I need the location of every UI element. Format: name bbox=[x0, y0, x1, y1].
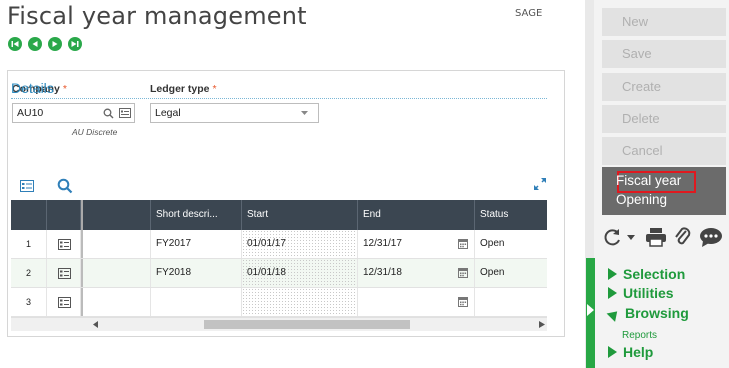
start-date-cell[interactable]: 01/01/17 bbox=[242, 230, 358, 258]
refresh-icon[interactable] bbox=[603, 227, 623, 247]
new-button[interactable]: New bbox=[602, 8, 726, 36]
short-description-cell[interactable]: FY2018 bbox=[151, 259, 242, 287]
expand-arrow-icon bbox=[608, 287, 617, 299]
start-date-cell[interactable] bbox=[242, 288, 358, 316]
header-end[interactable]: End bbox=[358, 200, 475, 230]
start-date-cell[interactable]: 01/01/18 bbox=[242, 259, 358, 287]
expand-arrow-icon bbox=[608, 268, 617, 280]
previous-record-icon[interactable] bbox=[28, 37, 42, 51]
menu-reports[interactable]: Reports bbox=[622, 330, 657, 341]
section-divider bbox=[11, 98, 547, 99]
menu-browsing[interactable]: Browsing bbox=[606, 305, 689, 322]
blank-cell bbox=[81, 259, 151, 287]
next-record-icon[interactable] bbox=[48, 37, 62, 51]
expand-icon[interactable] bbox=[533, 177, 547, 191]
chevron-down-icon bbox=[301, 111, 308, 115]
short-description-cell[interactable]: FY2017 bbox=[151, 230, 242, 258]
save-button[interactable]: Save bbox=[602, 40, 726, 68]
first-record-icon[interactable] bbox=[8, 37, 22, 51]
ledger-type-label: Ledger type * bbox=[150, 83, 217, 95]
fiscal-year-label-line1: Fiscal year bbox=[616, 173, 682, 188]
details-grid: Short descri... Start End Status 1 FY201… bbox=[11, 200, 547, 317]
rail-accent[interactable] bbox=[586, 258, 595, 368]
row-number: 1 bbox=[11, 230, 47, 258]
calendar-icon[interactable] bbox=[458, 238, 468, 249]
grid-header: Short descri... Start End Status bbox=[11, 200, 547, 230]
calendar-icon[interactable] bbox=[458, 296, 468, 307]
ledger-type-select[interactable]: Legal bbox=[150, 103, 319, 123]
menu-help[interactable]: Help bbox=[608, 344, 653, 360]
company-description: AU Discrete bbox=[72, 127, 118, 137]
calendar-icon[interactable] bbox=[458, 267, 468, 278]
create-button[interactable]: Create bbox=[602, 73, 726, 101]
page-title: Fiscal year management bbox=[7, 2, 307, 30]
section-title-details: Details bbox=[11, 80, 54, 96]
horizontal-scrollbar[interactable] bbox=[11, 317, 547, 331]
short-description-cell[interactable] bbox=[151, 288, 242, 316]
scrollbar-thumb[interactable] bbox=[204, 320, 410, 329]
collapse-arrow-icon[interactable] bbox=[587, 304, 594, 316]
end-date-cell[interactable] bbox=[358, 288, 475, 316]
attachment-icon[interactable] bbox=[674, 226, 692, 248]
table-row[interactable]: 2 FY2018 01/01/18 12/31/18 Open bbox=[11, 259, 547, 288]
status-cell[interactable] bbox=[475, 288, 547, 316]
header-short-description[interactable]: Short descri... bbox=[151, 200, 242, 230]
row-detail-icon[interactable] bbox=[58, 239, 71, 250]
header-icon-column bbox=[47, 200, 81, 230]
scroll-left-icon[interactable] bbox=[93, 321, 99, 328]
header-status[interactable]: Status bbox=[475, 200, 547, 230]
row-detail-cell[interactable] bbox=[47, 288, 81, 316]
grid-search-icon[interactable] bbox=[57, 178, 73, 194]
details-card-icon[interactable] bbox=[119, 108, 131, 118]
end-date-value: 12/31/17 bbox=[363, 238, 402, 249]
last-record-icon[interactable] bbox=[68, 37, 82, 51]
end-date-cell[interactable]: 12/31/18 bbox=[358, 259, 475, 287]
grid-view-icon[interactable] bbox=[20, 180, 34, 192]
search-icon[interactable] bbox=[103, 108, 114, 119]
blank-cell bbox=[81, 230, 151, 258]
expand-arrow-icon bbox=[608, 346, 617, 358]
row-number: 2 bbox=[11, 259, 47, 287]
row-detail-icon[interactable] bbox=[58, 268, 71, 279]
comment-icon[interactable] bbox=[699, 227, 723, 247]
blank-cell bbox=[81, 288, 151, 316]
header-start[interactable]: Start bbox=[242, 200, 358, 230]
status-cell[interactable]: Open bbox=[475, 259, 547, 287]
row-detail-icon[interactable] bbox=[58, 297, 71, 308]
record-navigation bbox=[8, 37, 82, 51]
end-date-value: 12/31/18 bbox=[363, 267, 402, 278]
row-detail-cell[interactable] bbox=[47, 230, 81, 258]
end-date-cell[interactable]: 12/31/17 bbox=[358, 230, 475, 258]
folder-name: SAGE bbox=[515, 8, 543, 19]
header-blank-column bbox=[81, 200, 151, 230]
status-cell[interactable]: Open bbox=[475, 230, 547, 258]
header-row-number bbox=[11, 200, 47, 230]
fiscal-year-opening-label: Fiscal year Opening bbox=[616, 171, 681, 209]
cancel-button[interactable]: Cancel bbox=[602, 137, 726, 165]
print-icon[interactable] bbox=[645, 227, 667, 247]
scroll-right-icon[interactable] bbox=[539, 321, 545, 328]
table-row[interactable]: 3 bbox=[11, 288, 547, 317]
collapse-arrow-icon bbox=[606, 307, 622, 322]
chevron-down-icon[interactable] bbox=[627, 235, 635, 240]
menu-selection[interactable]: Selection bbox=[608, 266, 685, 282]
menu-utilities[interactable]: Utilities bbox=[608, 285, 674, 301]
row-detail-cell[interactable] bbox=[47, 259, 81, 287]
table-row[interactable]: 1 FY2017 01/01/17 12/31/17 Open bbox=[11, 230, 547, 259]
fiscal-year-label-line2: Opening bbox=[616, 192, 668, 207]
delete-button[interactable]: Delete bbox=[602, 105, 726, 133]
row-number: 3 bbox=[11, 288, 47, 316]
company-field[interactable]: AU10 bbox=[12, 103, 135, 123]
